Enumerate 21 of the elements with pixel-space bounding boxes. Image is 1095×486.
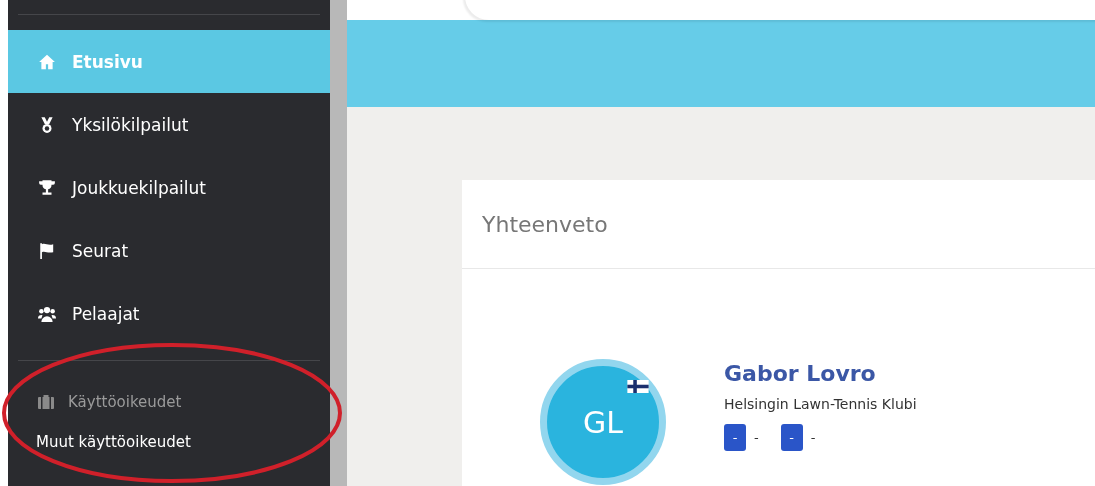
card-title: Yhteenveto [462,180,1095,269]
player-name[interactable]: Gabor Lovro [724,361,917,386]
flag-icon [38,241,56,260]
rating-value: - [810,430,816,445]
nav-item[interactable]: Seurat [8,219,330,282]
club-name: Helsingin Lawn-Tennis Klubi [724,396,917,412]
briefcase-icon [38,395,54,409]
home-icon [38,52,56,71]
rating-badge: - [780,424,803,451]
nav-item[interactable]: Pelaajat [8,282,330,345]
section-heading: Käyttöoikeudet [68,393,182,411]
rating-value: - [754,430,759,445]
avatar-initials: GL [583,404,623,440]
finland-flag-icon [627,380,649,393]
nav-item[interactable]: Joukkuekilpailut [8,156,330,219]
scrollbar[interactable] [330,0,347,486]
users-icon [38,304,56,323]
nav-item[interactable]: Yksilökilpailut [8,93,330,156]
nav-item[interactable]: Muut käyttöoikeudet [8,419,330,451]
rating-badge: - [724,424,746,451]
trophy-icon [38,178,56,197]
